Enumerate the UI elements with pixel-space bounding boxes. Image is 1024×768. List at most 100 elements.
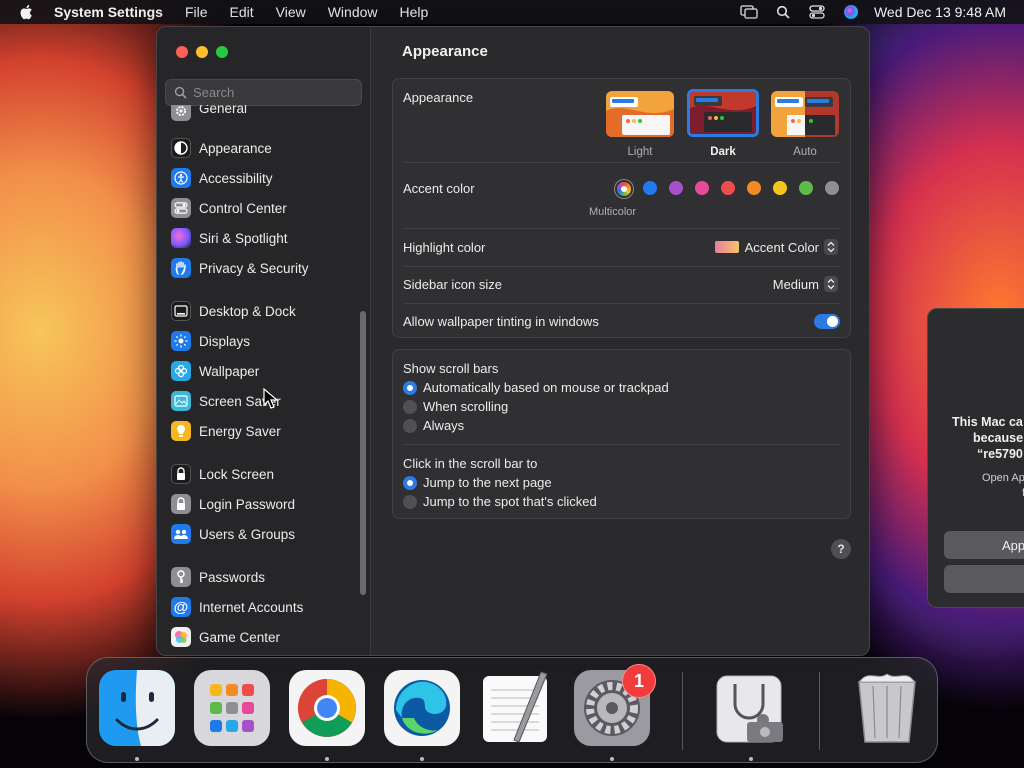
sidebar-item-energy-saver[interactable]: Energy Saver	[171, 418, 356, 444]
accent-swatch-multicolor[interactable]	[617, 182, 631, 196]
sidebar-item-label: Privacy & Security	[199, 260, 309, 276]
highlight-color-value: Accent Color	[744, 239, 819, 255]
zoom-button[interactable]	[216, 46, 228, 58]
accent-swatch-pink[interactable]	[695, 181, 709, 195]
scroll-bars-option-when-scrolling[interactable]: When scrolling	[403, 399, 508, 414]
dock-trash-icon[interactable]	[849, 670, 925, 746]
sidebar-item-displays[interactable]: Displays	[171, 328, 356, 354]
sidebar-icon-size-label: Sidebar icon size	[403, 277, 502, 292]
sidebar-item-appearance[interactable]: Appearance	[171, 135, 356, 161]
radio-button[interactable]	[403, 494, 417, 509]
appearance-label: Appearance	[403, 90, 474, 105]
sidebar-item-users-groups[interactable]: Users & Groups	[171, 521, 356, 547]
appearance-option-dark[interactable]	[687, 89, 759, 137]
accent-swatch-graphite[interactable]	[825, 181, 839, 195]
sidebar-item-general[interactable]: General	[171, 105, 356, 121]
sidebar-item-label: Displays	[199, 333, 251, 349]
highlight-color-popup[interactable]: Accent Color	[714, 239, 838, 255]
sidebar-item-login-password[interactable]: Login Password	[171, 491, 356, 517]
radio-button[interactable]	[403, 399, 417, 414]
menu-edit[interactable]: Edit	[230, 4, 254, 20]
dock-disk-utility-icon[interactable]	[713, 670, 789, 746]
alert-message: Open Ap f	[982, 472, 1024, 499]
appearance-option-light[interactable]	[606, 91, 674, 137]
sidebar-icon-size-value: Medium	[772, 276, 819, 292]
accent-swatch-green[interactable]	[799, 181, 813, 195]
sidebar-search[interactable]	[165, 79, 362, 106]
chevron-updown-icon	[824, 239, 838, 255]
wallpaper-icon	[171, 361, 191, 381]
alert-button-primary[interactable]: App	[944, 531, 1024, 559]
sidebar-item-label: Users & Groups	[199, 526, 296, 542]
screen-saver-icon	[171, 391, 191, 411]
sidebar-item-label: Control Center	[199, 200, 287, 216]
sidebar-item-passwords[interactable]: Passwords	[171, 564, 356, 590]
menu-file[interactable]: File	[185, 4, 208, 20]
sidebar-item-accessibility[interactable]: Accessibility	[171, 165, 356, 191]
content-pane: Appearance Appearance Light Dark Auto Ac…	[372, 27, 869, 655]
radio-button[interactable]	[403, 475, 417, 490]
sidebar-item-privacy-security[interactable]: Privacy & Security	[171, 255, 356, 281]
siri-icon[interactable]	[842, 4, 860, 20]
sidebar-item-lock-screen[interactable]: Lock Screen	[171, 461, 356, 487]
chevron-updown-icon	[824, 276, 838, 292]
sidebar-item-desktop-dock[interactable]: Desktop & Dock	[171, 298, 356, 324]
sidebar-item-label: Appearance	[199, 140, 272, 156]
window-controls	[176, 46, 236, 58]
dock-finder-icon[interactable]	[99, 670, 175, 746]
radio-label: When scrolling	[423, 399, 509, 414]
menu-help[interactable]: Help	[400, 4, 429, 20]
menu-app-name[interactable]: System Settings	[54, 4, 163, 20]
dock-textedit-icon[interactable]	[479, 670, 555, 746]
highlight-color-label: Highlight color	[403, 240, 486, 255]
sidebar-item-siri-spotlight[interactable]: Siri & Spotlight	[171, 225, 356, 251]
accent-swatch-red[interactable]	[721, 181, 735, 195]
sidebar-item-wallpaper[interactable]: Wallpaper	[171, 358, 356, 384]
close-button[interactable]	[176, 46, 188, 58]
apple-logo-icon[interactable]	[18, 3, 36, 21]
control-center-icon[interactable]	[808, 4, 826, 20]
dock-chrome-icon[interactable]	[289, 670, 365, 746]
menu-clock[interactable]: Wed Dec 13 9:48 AM	[874, 4, 1006, 20]
scroll-bars-option-automatic[interactable]: Automatically based on mouse or trackpad	[403, 380, 669, 395]
dock-launchpad-icon[interactable]	[194, 670, 270, 746]
sidebar-icon-size-popup[interactable]: Medium	[773, 276, 838, 292]
screen-mirroring-icon[interactable]	[740, 4, 758, 20]
sidebar: General Appearance Accessibility Control…	[157, 27, 371, 655]
help-button[interactable]: ?	[831, 539, 851, 559]
alert-dialog: This Mac ca because “re5790 Open Ap f Ap…	[927, 308, 1024, 608]
sidebar-scrollbar[interactable]	[360, 311, 366, 595]
accent-swatch-yellow[interactable]	[773, 181, 787, 195]
hand-icon	[171, 258, 191, 278]
sidebar-item-control-center[interactable]: Control Center	[171, 195, 356, 221]
radio-button[interactable]	[403, 380, 417, 395]
search-icon	[174, 86, 187, 99]
accent-swatch-orange[interactable]	[747, 181, 761, 195]
sidebar-item-internet-accounts[interactable]: @ Internet Accounts	[171, 594, 356, 620]
click-scroll-option-next-page[interactable]: Jump to the next page	[403, 475, 552, 490]
alert-title: This Mac ca because “re5790	[952, 415, 1024, 461]
radio-label: Jump to the next page	[423, 475, 552, 490]
appearance-icon	[171, 138, 191, 158]
game-center-icon	[171, 627, 191, 647]
sidebar-item-game-center[interactable]: Game Center	[171, 624, 356, 650]
sidebar-item-label: Energy Saver	[199, 423, 281, 439]
users-icon	[171, 524, 191, 544]
wallpaper-tinting-toggle[interactable]	[814, 314, 840, 329]
sidebar-item-label: Desktop & Dock	[199, 303, 296, 319]
click-scroll-option-spot-clicked[interactable]: Jump to the spot that's clicked	[403, 494, 597, 509]
sidebar-item-label: Passwords	[199, 569, 266, 585]
search-input[interactable]	[193, 85, 353, 100]
appearance-option-auto[interactable]	[771, 91, 839, 137]
scroll-bars-option-always[interactable]: Always	[403, 418, 464, 433]
menu-view[interactable]: View	[276, 4, 306, 20]
spotlight-search-icon[interactable]	[774, 4, 792, 20]
accent-swatch-blue[interactable]	[643, 181, 657, 195]
menu-window[interactable]: Window	[328, 4, 378, 20]
dock-edge-icon[interactable]	[384, 670, 460, 746]
radio-button[interactable]	[403, 418, 417, 433]
sidebar-item-label: Accessibility	[199, 170, 273, 186]
accent-swatch-purple[interactable]	[669, 181, 683, 195]
minimize-button[interactable]	[196, 46, 208, 58]
alert-button-secondary[interactable]	[944, 565, 1024, 593]
